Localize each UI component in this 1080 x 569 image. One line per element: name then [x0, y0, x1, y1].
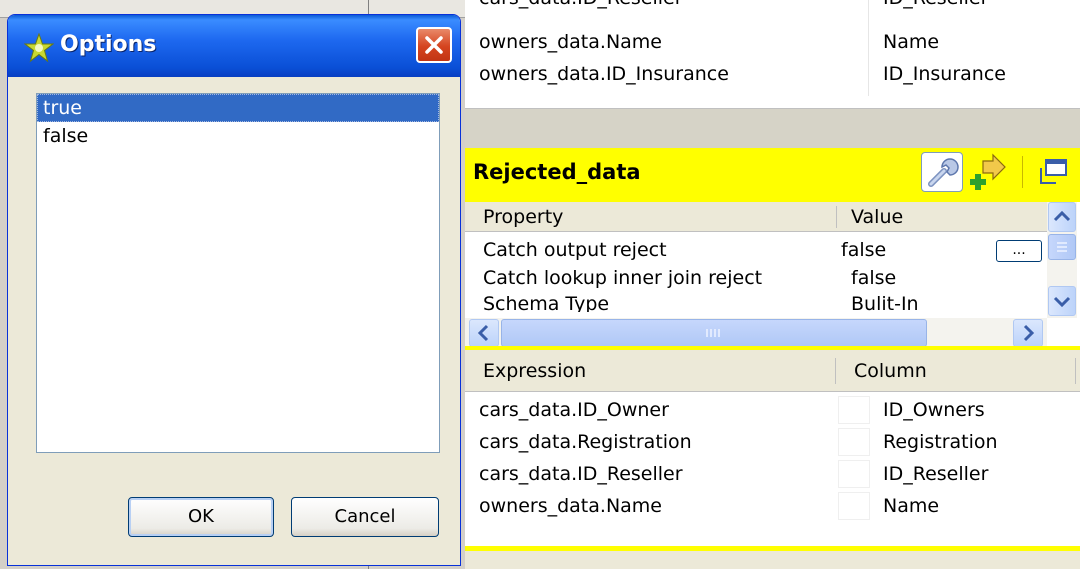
column-cell: ID_Owners	[883, 399, 985, 421]
chevron-left-icon	[477, 324, 489, 342]
table-blank-area	[465, 520, 1080, 546]
wrench-icon	[928, 158, 959, 187]
scroll-right-button[interactable]	[1013, 319, 1043, 347]
expression-cell[interactable]: owners_data.Name	[479, 490, 662, 522]
expression-cell[interactable]: cars_data.Registration	[479, 426, 692, 458]
value-cell[interactable]: false	[841, 236, 886, 264]
dialog-titlebar[interactable]: Options	[8, 15, 460, 77]
expression-cell: owners_data.ID_Insurance	[479, 63, 729, 85]
column-cell: Name	[883, 31, 940, 53]
restore-icon	[1040, 159, 1067, 184]
option-item-true[interactable]: true	[37, 94, 439, 122]
expression-cell: owners_data.Name	[479, 31, 662, 53]
table-row[interactable]: cars_data.Registration Registration	[465, 426, 1080, 458]
chevron-down-icon	[1053, 296, 1071, 308]
option-item-false[interactable]: false	[37, 122, 439, 150]
expression-header[interactable]: Expression	[483, 350, 586, 392]
scroll-down-button[interactable]	[1048, 286, 1076, 316]
table-row[interactable]: owners_data.Name Name	[465, 490, 1080, 522]
property-cell: Schema Type	[483, 293, 610, 312]
table-row[interactable]: cars_data.ID_Reseller ID_Reseller	[465, 0, 1080, 14]
expression-cell[interactable]: cars_data.ID_Owner	[479, 394, 669, 426]
column-divider	[868, 0, 869, 96]
options-list[interactable]: true false	[36, 93, 440, 453]
property-cell: Catch lookup inner join reject	[483, 267, 763, 289]
property-row[interactable]: Catch lookup inner join reject false	[465, 264, 1047, 292]
scroll-thumb[interactable]	[501, 319, 927, 347]
value-cell[interactable]: false	[851, 264, 896, 292]
add-output-button[interactable]	[967, 152, 1007, 192]
header-divider	[836, 206, 837, 228]
dialog-body: true false OK Cancel	[11, 77, 457, 562]
value-header[interactable]: Value	[851, 202, 903, 232]
property-cell: Catch output reject	[483, 239, 667, 261]
grip-icon	[1057, 242, 1067, 252]
cell-box	[838, 428, 870, 456]
column-cell: ID_Reseller	[883, 0, 988, 14]
column-cell: Registration	[883, 431, 998, 453]
ellipsis-button[interactable]: ...	[996, 240, 1042, 262]
expressions-header: Expression Column	[465, 350, 1080, 392]
add-arrow-icon	[970, 153, 1006, 190]
property-row[interactable]: Catch output reject false ...	[465, 236, 1047, 264]
star-icon	[23, 32, 55, 63]
scroll-up-button[interactable]	[1048, 202, 1076, 232]
toolbar-separator	[1022, 156, 1023, 188]
horizontal-scrollbar[interactable]	[465, 318, 1047, 348]
cell-box	[838, 396, 870, 424]
output-table: cars_data.ID_Reseller ID_Reseller owners…	[465, 0, 1080, 108]
close-icon	[425, 36, 443, 54]
dialog-title: Options	[60, 32, 157, 57]
cell-box	[838, 492, 870, 520]
grip-icon	[706, 329, 720, 337]
options-dialog: Options true false OK Cancel	[7, 14, 461, 566]
scroll-thumb[interactable]	[1048, 234, 1076, 260]
expression-cell: cars_data.ID_Reseller	[479, 0, 683, 14]
vertical-scrollbar[interactable]	[1047, 202, 1077, 318]
properties-header: Property Value	[465, 202, 1047, 232]
cell-box	[838, 460, 870, 488]
close-button[interactable]	[416, 27, 452, 63]
table-row[interactable]: cars_data.ID_Owner ID_Owners	[465, 394, 1080, 426]
chevron-right-icon	[1023, 324, 1035, 342]
cancel-button[interactable]: Cancel	[291, 497, 439, 537]
column-header[interactable]: Column	[854, 350, 927, 392]
header-divider	[835, 358, 836, 384]
restore-button[interactable]	[1036, 154, 1072, 190]
table-row[interactable]: owners_data.ID_Insurance ID_Insurance	[465, 58, 1080, 90]
chevron-up-icon	[1053, 210, 1071, 222]
header-divider	[1075, 358, 1076, 384]
column-cell: ID_Reseller	[883, 463, 989, 485]
table-row[interactable]: owners_data.Name Name	[465, 26, 1080, 58]
mapping-panel: cars_data.ID_Reseller ID_Reseller owners…	[465, 0, 1080, 569]
panel-separator	[465, 108, 1080, 148]
property-row[interactable]: Schema Type Bulit-In	[465, 290, 1047, 312]
properties-table: Property Value Catch output reject false…	[465, 202, 1080, 348]
property-header[interactable]: Property	[483, 202, 563, 232]
expressions-table: Expression Column cars_data.ID_Owner ID_…	[465, 350, 1080, 520]
expression-cell[interactable]: cars_data.ID_Reseller	[479, 458, 683, 490]
scroll-left-button[interactable]	[469, 319, 499, 347]
value-cell[interactable]: Bulit-In	[851, 290, 919, 312]
column-cell: ID_Insurance	[883, 63, 1006, 85]
rejected-data-header: Rejected_data	[465, 148, 1080, 202]
table-row[interactable]: cars_data.ID_Reseller ID_Reseller	[465, 458, 1080, 490]
ok-button[interactable]: OK	[128, 497, 274, 537]
column-cell: Name	[883, 495, 940, 517]
rejected-data-title: Rejected_data	[473, 160, 641, 184]
settings-button[interactable]	[921, 152, 963, 192]
panel-footer	[465, 551, 1080, 569]
